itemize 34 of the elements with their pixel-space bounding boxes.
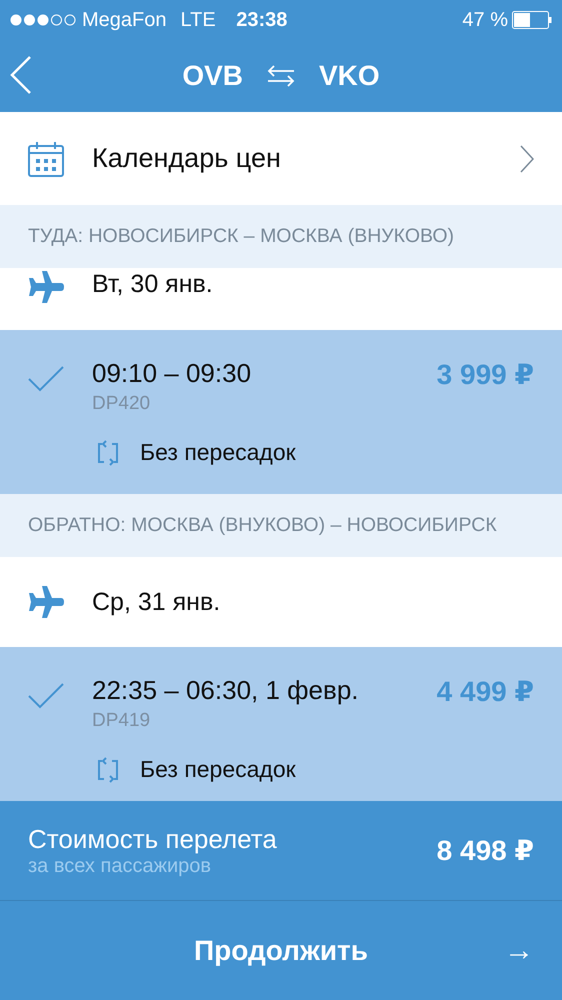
leg-route: ОБРАТНО: МОСКВА (ВНУКОВО) – НОВОСИБИРСК <box>28 514 497 537</box>
flight-times: 09:10 – 09:30 <box>92 358 252 389</box>
flight-price: 3 999 ₽ <box>436 358 534 392</box>
flight-date: Вт, 30 янв. <box>92 270 213 299</box>
transfer-icon <box>96 440 120 466</box>
signal-icon <box>10 14 78 26</box>
flight-option[interactable]: 09:10 – 09:30 DP420 Без пересадок 3 999 ₽ <box>0 330 562 494</box>
back-button[interactable] <box>10 56 32 94</box>
airplane-icon <box>28 585 64 619</box>
calendar-label: Календарь цен <box>92 143 282 174</box>
status-time: 23:38 <box>236 8 288 32</box>
flight-number: DP419 <box>92 710 152 732</box>
airplane-icon <box>28 270 64 304</box>
flight-date: Ср, 31 янв. <box>92 588 220 616</box>
swap-icon[interactable] <box>267 65 295 87</box>
battery-percent: 47 % <box>462 8 508 32</box>
battery-icon <box>512 11 552 29</box>
flight-times: 22:35 – 06:30, 1 февр. <box>92 675 360 706</box>
carrier-name: MegaFon <box>82 8 166 32</box>
stops-label: Без пересадок <box>140 439 296 466</box>
total-price: 8 498 ₽ <box>436 834 534 867</box>
leg-route: ТУДА: НОВОСИБИРСК – МОСКВА (ВНУКОВО) <box>28 225 454 248</box>
chevron-right-icon <box>520 144 534 172</box>
flight-number: DP420 <box>92 393 152 415</box>
flight-price: 4 499 ₽ <box>436 675 534 709</box>
total-sublabel: за всех пассажиров <box>28 854 212 878</box>
calendar-icon <box>28 140 64 176</box>
origin-code: OVB <box>182 60 243 92</box>
stops-label: Без пересадок <box>140 756 296 783</box>
transfer-icon <box>96 756 120 782</box>
network-type: LTE <box>180 8 216 32</box>
destination-code: VKO <box>319 60 380 92</box>
flight-option[interactable]: 22:35 – 06:30, 1 февр. DP419 Без пересадок 4 499 ₽ <box>0 647 562 801</box>
total-label: Стоимость перелета <box>28 824 278 854</box>
